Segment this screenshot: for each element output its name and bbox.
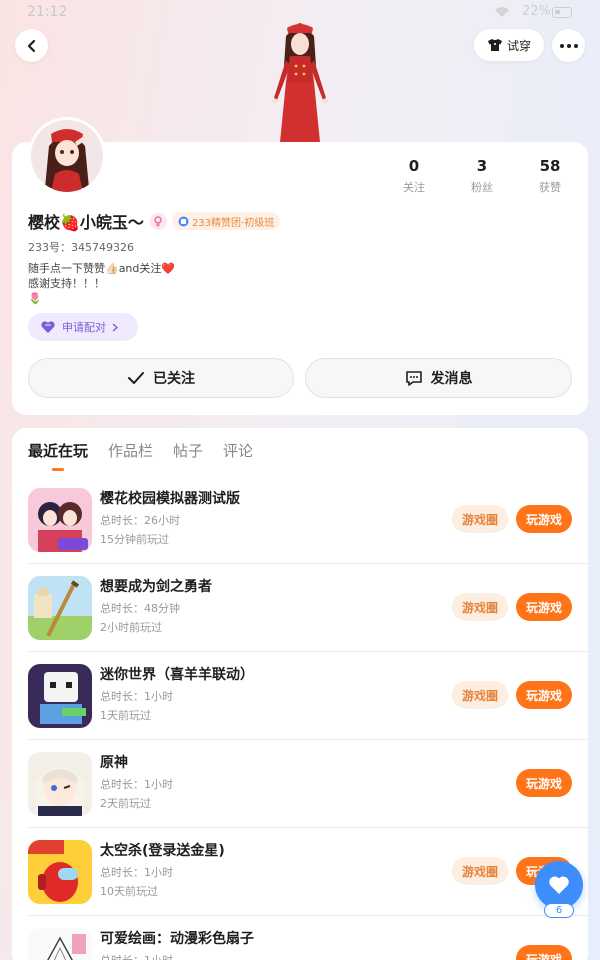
chevron-left-icon bbox=[27, 39, 35, 52]
play-game-button[interactable]: 玩游戏 bbox=[516, 505, 572, 533]
more-button[interactable] bbox=[552, 29, 585, 62]
game-icon[interactable] bbox=[28, 840, 92, 904]
game-name: 太空杀(登录送金星) bbox=[100, 843, 225, 859]
game-duration: 总时长：1小时 bbox=[100, 778, 173, 791]
bio-line: 🌷 bbox=[28, 292, 42, 305]
message-icon bbox=[405, 371, 422, 386]
game-name: 迷你世界（喜羊羊联动） bbox=[100, 667, 254, 683]
content-card: 最近在玩 作品栏 帖子 评论 樱花校园模拟器测试版 总时长：26小时 15分钟前… bbox=[12, 428, 588, 960]
stat-likes[interactable]: 58 获赞 bbox=[520, 157, 580, 195]
play-game-button[interactable]: 玩游戏 bbox=[516, 681, 572, 709]
bio-line: 感谢支持！！！ bbox=[28, 277, 105, 290]
game-last-played: 10天前玩过 bbox=[100, 885, 158, 898]
game-icon[interactable] bbox=[28, 576, 92, 640]
tab-recently-played[interactable]: 最近在玩 bbox=[28, 440, 88, 471]
game-duration: 总时长：1小时 bbox=[100, 952, 173, 960]
group-tag-label: 233精赞团·初级班 bbox=[191, 217, 275, 229]
gender-female-icon bbox=[149, 212, 167, 230]
wifi-icon bbox=[495, 7, 509, 17]
like-button[interactable] bbox=[535, 861, 583, 909]
game-duration: 总时长：1小时 bbox=[100, 690, 173, 703]
game-row[interactable]: 迷你世界（喜羊羊联动） 总时长：1小时 1天前玩过 游戏圈 玩游戏 bbox=[12, 652, 588, 740]
send-message-label: 发消息 bbox=[430, 371, 473, 387]
game-name: 樱花校园模拟器测试版 bbox=[100, 491, 240, 507]
like-count: 6 bbox=[544, 903, 574, 918]
game-circle-button[interactable]: 游戏圈 bbox=[452, 505, 508, 533]
game-row[interactable]: 原神 总时长：1小时 2天前玩过 玩游戏 bbox=[12, 740, 588, 828]
battery-icon bbox=[552, 7, 572, 18]
game-icon[interactable] bbox=[28, 664, 92, 728]
game-last-played: 2天前玩过 bbox=[100, 797, 151, 810]
bio: 随手点一下赞赞👍🏻and关注❤️ 感谢支持！！！ 🌷 bbox=[28, 261, 175, 306]
battery-percent: 22% bbox=[522, 4, 551, 19]
apply-pair-label: 申请配对 bbox=[62, 321, 106, 334]
tab-works[interactable]: 作品栏 bbox=[108, 440, 153, 471]
game-row[interactable]: 太空杀(登录送金星) 总时长：1小时 10天前玩过 游戏圈 玩游戏 bbox=[12, 828, 588, 916]
game-last-played: 1天前玩过 bbox=[100, 709, 151, 722]
try-on-label: 试穿 bbox=[506, 38, 531, 53]
game-name: 可爱绘画：动漫彩色扇子 bbox=[100, 931, 254, 947]
stat-followers[interactable]: 3 粉丝 bbox=[452, 157, 512, 195]
stat-label: 粉丝 bbox=[471, 181, 493, 194]
stat-label: 获赞 bbox=[539, 181, 561, 194]
avatar-image bbox=[31, 120, 103, 192]
tab-comments[interactable]: 评论 bbox=[223, 440, 253, 471]
apply-pair-button[interactable]: 申请配对 bbox=[28, 313, 138, 341]
stat-value: 58 bbox=[539, 157, 561, 175]
game-row[interactable]: 想要成为剑之勇者 总时长：48分钟 2小时前玩过 游戏圈 玩游戏 bbox=[12, 564, 588, 652]
game-icon[interactable] bbox=[28, 928, 92, 960]
game-duration: 总时长：1小时 bbox=[100, 866, 173, 879]
profile-name: 樱校🍓小皖玉～ bbox=[28, 213, 144, 232]
game-icon[interactable] bbox=[28, 752, 92, 816]
game-row[interactable]: 可爱绘画：动漫彩色扇子 总时长：1小时 玩游戏 bbox=[12, 916, 588, 960]
game-row[interactable]: 樱花校园模拟器测试版 总时长：26小时 15分钟前玩过 游戏圈 玩游戏 bbox=[12, 476, 588, 564]
game-name: 想要成为剑之勇者 bbox=[100, 579, 212, 595]
name-row: 樱校🍓小皖玉～ 233精赞团·初级班 bbox=[28, 210, 281, 232]
avatar-figure[interactable] bbox=[262, 22, 338, 144]
game-circle-button[interactable]: 游戏圈 bbox=[452, 857, 508, 885]
play-game-button[interactable]: 玩游戏 bbox=[516, 769, 572, 797]
game-icon[interactable] bbox=[28, 488, 92, 552]
game-last-played: 15分钟前玩过 bbox=[100, 533, 169, 546]
stat-label: 关注 bbox=[403, 181, 425, 194]
bio-line: 随手点一下赞赞👍🏻and关注❤️ bbox=[28, 262, 176, 275]
stat-following[interactable]: 0 关注 bbox=[384, 157, 444, 195]
check-icon bbox=[128, 372, 144, 384]
try-on-button[interactable]: 试穿 bbox=[474, 29, 544, 61]
tab-bar: 最近在玩 作品栏 帖子 评论 bbox=[28, 440, 253, 471]
heart-icon bbox=[549, 876, 569, 894]
back-button[interactable] bbox=[15, 29, 48, 62]
followed-button[interactable]: 已关注 bbox=[28, 358, 294, 398]
group-tag[interactable]: 233精赞团·初级班 bbox=[171, 212, 281, 230]
game-last-played: 2小时前玩过 bbox=[100, 621, 162, 634]
group-tag-icon bbox=[178, 216, 189, 226]
game-duration: 总时长：48分钟 bbox=[100, 602, 180, 615]
avatar[interactable] bbox=[28, 117, 106, 195]
play-game-button[interactable]: 玩游戏 bbox=[516, 593, 572, 621]
chevron-right-icon bbox=[112, 322, 118, 332]
send-message-button[interactable]: 发消息 bbox=[305, 358, 572, 398]
user-id: 233号：345749326 bbox=[28, 241, 134, 254]
followed-label: 已关注 bbox=[153, 371, 195, 387]
game-duration: 总时长：26小时 bbox=[100, 514, 180, 527]
game-circle-button[interactable]: 游戏圈 bbox=[452, 681, 508, 709]
tshirt-icon bbox=[487, 39, 502, 51]
tab-posts[interactable]: 帖子 bbox=[173, 440, 203, 471]
play-game-button[interactable]: 玩游戏 bbox=[516, 945, 572, 960]
more-dots-icon bbox=[559, 43, 578, 48]
stat-value: 3 bbox=[476, 157, 488, 175]
status-time: 21:12 bbox=[27, 4, 68, 20]
stat-value: 0 bbox=[408, 157, 420, 175]
game-circle-button[interactable]: 游戏圈 bbox=[452, 593, 508, 621]
game-name: 原神 bbox=[100, 755, 128, 771]
pair-heart-icon bbox=[41, 320, 55, 333]
